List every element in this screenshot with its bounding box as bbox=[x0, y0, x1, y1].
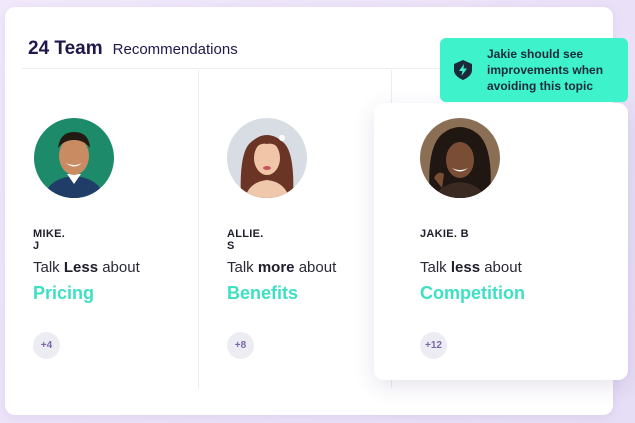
advice-prefix: Talk bbox=[227, 259, 258, 276]
advice-emphasis: more bbox=[257, 259, 295, 276]
team-count: 24 Team bbox=[28, 38, 103, 59]
panel-header: 24 Team Recommendations bbox=[28, 38, 238, 60]
tooltip-line: Jakie should see bbox=[487, 47, 584, 61]
topic-label: Benefits bbox=[227, 283, 299, 303]
insight-tooltip: Jakie should see improvements when avoid… bbox=[440, 38, 628, 102]
avatar bbox=[34, 118, 114, 198]
advice-prefix: Talk bbox=[33, 259, 64, 276]
advice-text: Talk less about bbox=[420, 259, 522, 276]
topic-label: Pricing bbox=[33, 283, 95, 303]
advice-emphasis: Less bbox=[63, 259, 99, 276]
column-divider bbox=[198, 70, 199, 388]
advice-suffix: about bbox=[294, 259, 337, 276]
advice-suffix: about bbox=[480, 259, 522, 276]
more-topics-badge[interactable]: +8 bbox=[227, 332, 254, 359]
header-divider bbox=[22, 68, 442, 69]
member-name: JAKIE. B bbox=[420, 228, 469, 240]
topic-label: Competition bbox=[420, 283, 525, 303]
advice-emphasis: less bbox=[450, 259, 481, 276]
more-topics-badge[interactable]: +4 bbox=[33, 332, 60, 359]
lightning-shield-icon bbox=[452, 59, 474, 81]
advice-text: Talk Less about bbox=[33, 259, 140, 276]
tooltip-message: Jakie should see improvements when avoid… bbox=[487, 46, 603, 94]
member-card-jakie[interactable]: JAKIE. B Talk less about Competition +12 bbox=[374, 103, 628, 380]
panel-title: Recommendations bbox=[112, 41, 238, 58]
avatar bbox=[420, 118, 500, 198]
more-topics-badge[interactable]: +12 bbox=[420, 332, 447, 359]
member-name: ALLIE. S bbox=[227, 228, 264, 252]
avatar bbox=[227, 118, 307, 198]
advice-prefix: Talk bbox=[420, 259, 451, 276]
tooltip-line: improvements when bbox=[487, 63, 604, 77]
advice-suffix: about bbox=[98, 259, 140, 276]
advice-text: Talk more about bbox=[227, 259, 336, 276]
member-name: MIKE. J bbox=[33, 228, 66, 252]
tooltip-line: avoiding this topic bbox=[487, 79, 594, 93]
